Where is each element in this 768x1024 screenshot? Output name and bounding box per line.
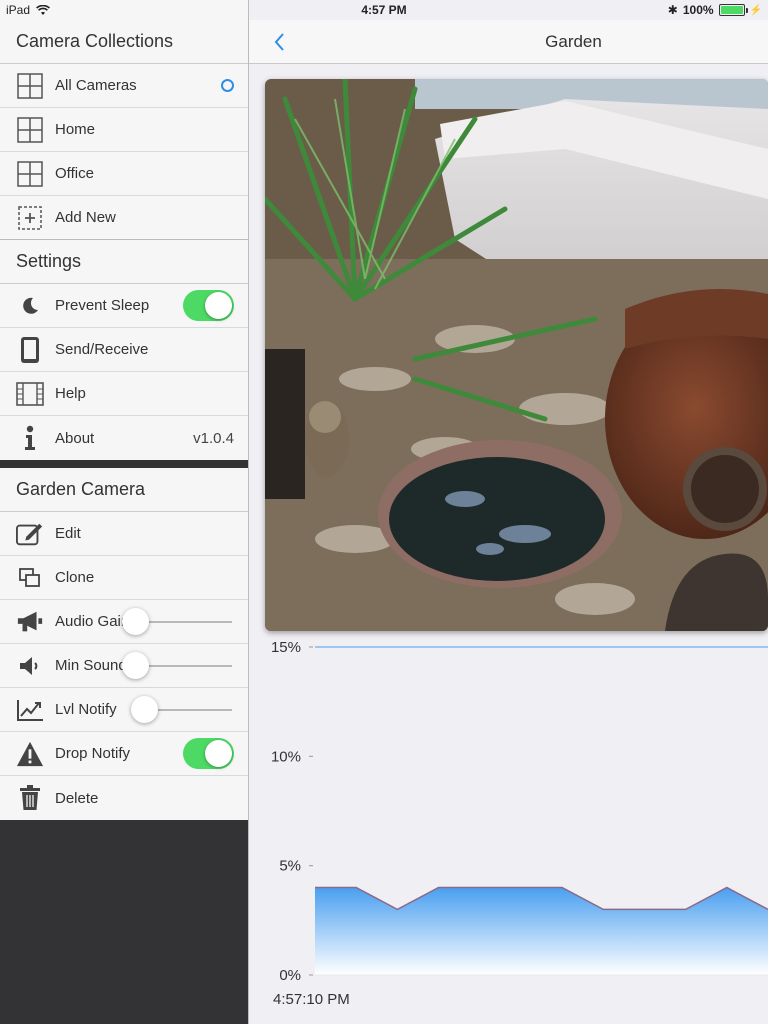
y-tick-label: 10%: [271, 748, 301, 765]
prevent-sleep-label: Prevent Sleep: [55, 297, 150, 314]
edit-icon: [16, 520, 44, 548]
audio-gain-slider[interactable]: [121, 607, 232, 635]
grid-icon: [16, 116, 44, 144]
sidebar-item-add-new[interactable]: Add New: [0, 196, 248, 240]
chart-grid: [309, 646, 313, 976]
about-label: About: [55, 429, 95, 447]
about-row[interactable]: About v1.0.4: [0, 416, 248, 460]
slider-thumb[interactable]: [131, 695, 159, 723]
sound-level-area: [315, 887, 768, 975]
drop-notify-toggle[interactable]: [183, 738, 234, 769]
drop-notify-label: Drop Notify: [55, 745, 131, 762]
settings-header: Settings: [0, 240, 248, 284]
sidebar-item-label: Office: [55, 165, 94, 182]
delete-row[interactable]: Delete: [0, 776, 248, 820]
charging-icon: ⚡: [749, 4, 762, 16]
grid-icon: [16, 160, 44, 188]
slider-thumb[interactable]: [121, 607, 149, 635]
prevent-sleep-row: Prevent Sleep: [0, 284, 248, 328]
grid-icon: [16, 72, 44, 100]
warning-icon: [16, 740, 44, 768]
lvl-notify-row: Lvl Notify: [0, 688, 248, 732]
help-label: Help: [55, 385, 86, 402]
audio-gain-row: Audio Gain: [0, 600, 248, 644]
sidebar-item-label: All Cameras: [55, 77, 137, 94]
sidebar-item-label: Home: [55, 121, 96, 138]
battery-icon: [718, 4, 748, 16]
x-axis-label: 4:57:10 PM: [273, 991, 350, 1008]
moon-icon: [16, 292, 44, 320]
clone-row[interactable]: Clone: [0, 556, 248, 600]
battery-percent: 100%: [682, 3, 714, 17]
camera-header: Garden Camera: [0, 468, 248, 512]
bluetooth-icon: ✱: [667, 3, 678, 17]
send-receive-row[interactable]: Send/Receive: [0, 328, 248, 372]
line-chart-icon: [16, 696, 44, 724]
page-title: Garden: [545, 32, 602, 51]
send-receive-label: Send/Receive: [55, 341, 149, 358]
edit-row[interactable]: Edit: [0, 512, 248, 556]
megaphone-icon: [16, 608, 44, 636]
chart-marks: [315, 646, 768, 976]
status-bar: iPad 4:57 PM ✱ 100% ⚡: [0, 0, 768, 20]
sidebar-panel: Camera Collections All Cameras Home Offi…: [0, 0, 248, 460]
slider-thumb[interactable]: [121, 651, 149, 679]
delete-label: Delete: [55, 789, 99, 807]
clone-icon: [16, 564, 44, 592]
y-tick-label: 0%: [279, 967, 301, 984]
clone-label: Clone: [55, 569, 95, 586]
sidebar-item-home[interactable]: Home: [0, 108, 248, 152]
sidebar-item-label: Add New: [55, 209, 116, 226]
collections-header: Camera Collections: [0, 20, 248, 64]
camera-panel: Garden Camera Edit Clone Audio Gain Min …: [0, 468, 248, 820]
status-time: 4:57 PM: [361, 3, 407, 17]
sidebar-item-office[interactable]: Office: [0, 152, 248, 196]
min-sound-row: Min Sound: [0, 644, 248, 688]
min-sound-slider[interactable]: [121, 651, 232, 679]
sidebar: Camera Collections All Cameras Home Offi…: [0, 0, 249, 1024]
selected-indicator: [221, 79, 234, 92]
film-icon: [16, 380, 44, 408]
info-icon: [16, 424, 44, 452]
main-content: Garden 0% 5% 10% 15% 4:57:10 PM: [249, 0, 768, 1024]
chart-svg: 0% 5% 10% 15% 4:57:10 PM: [271, 639, 768, 1008]
camera-image: [265, 79, 768, 631]
prevent-sleep-toggle[interactable]: [183, 290, 234, 321]
lvl-notify-slider[interactable]: [131, 695, 232, 723]
speaker-icon: [16, 652, 44, 680]
y-axis: 0% 5% 10% 15%: [271, 639, 301, 984]
sidebar-item-all-cameras[interactable]: All Cameras: [0, 64, 248, 108]
section-divider: [0, 460, 248, 468]
navigation-bar: Garden: [249, 20, 768, 64]
edit-label: Edit: [55, 525, 81, 542]
camera-feed[interactable]: [265, 79, 768, 631]
sound-level-chart: 0% 5% 10% 15% 4:57:10 PM: [249, 632, 768, 1024]
y-tick-label: 15%: [271, 639, 301, 656]
help-row[interactable]: Help: [0, 372, 248, 416]
y-tick-label: 5%: [279, 858, 301, 875]
add-box-icon: [16, 204, 44, 232]
app-version: v1.0.4: [193, 429, 234, 447]
tablet-icon: [16, 336, 44, 364]
drop-notify-row: Drop Notify: [0, 732, 248, 776]
trash-icon: [16, 784, 44, 812]
